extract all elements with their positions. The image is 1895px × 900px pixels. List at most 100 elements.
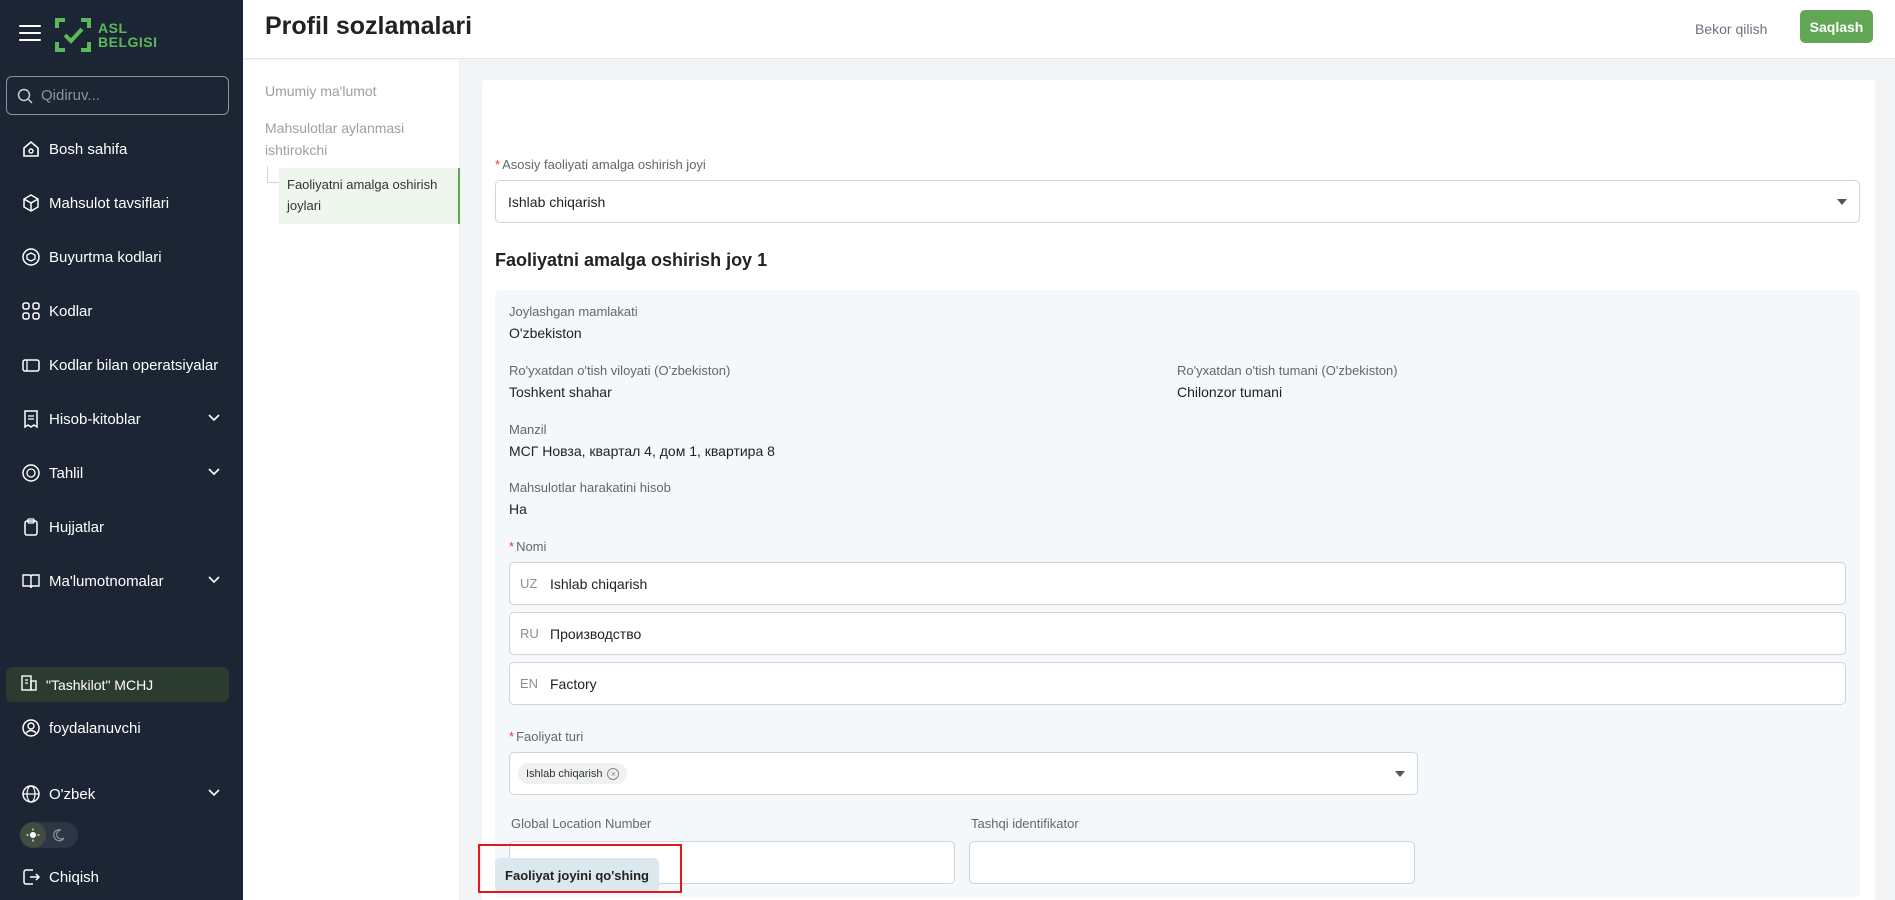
sun-icon[interactable] xyxy=(20,822,46,848)
required-marker: * xyxy=(509,729,515,744)
logo-text-line2: BELGISI xyxy=(98,34,158,50)
region-value: Toshkent shahar xyxy=(509,384,612,400)
logo-text-line1: ASL xyxy=(98,20,128,36)
logo-text: ASL BELGISI xyxy=(98,21,158,49)
save-button[interactable]: Saqlash xyxy=(1800,10,1873,43)
chevron-down-icon[interactable] xyxy=(207,411,221,425)
chart-icon xyxy=(20,462,42,484)
hamburger-menu-icon[interactable] xyxy=(19,25,41,43)
sidebar-item-analysis[interactable]: Tahlil xyxy=(0,451,243,495)
clipboard-icon xyxy=(20,516,42,538)
logout-label: Chiqish xyxy=(49,868,100,886)
name-ru-field[interactable]: RU xyxy=(509,612,1846,655)
activity-type-label-text: Faoliyat turi xyxy=(516,729,584,744)
profile-subnav: Umumiy ma'lumot Mahsulotlar aylanmasi is… xyxy=(243,60,460,900)
cancel-button[interactable]: Bekor qilish xyxy=(1695,14,1767,44)
subnav-participant[interactable]: Mahsulotlar aylanmasi ishtirokchi xyxy=(265,117,425,161)
lang-prefix: RU xyxy=(520,626,539,641)
activity-type-tag: Ishlab chiqarish × xyxy=(518,763,628,784)
caret-down-icon xyxy=(1837,199,1847,205)
package-icon xyxy=(20,246,42,268)
external-id-label: Tashqi identifikator xyxy=(971,816,1079,831)
name-label: * Nomi xyxy=(509,539,546,554)
moon-icon[interactable] xyxy=(46,822,72,848)
search-input[interactable] xyxy=(41,87,211,104)
country-label: Joylashgan mamlakati xyxy=(509,304,638,319)
gln-label: Global Location Number xyxy=(511,816,652,831)
activity-place-section: Joylashgan mamlakati O'zbekiston Ro'yxat… xyxy=(495,290,1860,897)
page-title: Profil sozlamalari xyxy=(265,12,473,40)
main-place-label: * Asosiy faoliyati amalga oshirish joyi xyxy=(495,157,706,172)
sidebar-item-label: Tahlil xyxy=(49,464,84,482)
sidebar-item-accounts[interactable]: Hisob-kitoblar xyxy=(0,397,243,441)
receipt-icon xyxy=(20,408,42,430)
logo-icon xyxy=(55,18,91,52)
district-value: Chilonzor tumani xyxy=(1177,384,1283,400)
activity-type-label: * Faoliyat turi xyxy=(509,729,583,744)
sidebar-item-label: Buyurtma kodlari xyxy=(49,248,162,266)
tag-label: Ishlab chiqarish xyxy=(526,767,603,780)
globe-icon xyxy=(20,783,42,805)
sidebar-item-user[interactable]: foydalanuvchi xyxy=(0,706,243,750)
logout-button[interactable]: Chiqish xyxy=(0,855,243,899)
sidebar-header: ASL BELGISI xyxy=(0,0,243,68)
sidebar-item-order-codes[interactable]: Buyurtma kodlari xyxy=(0,235,243,279)
add-activity-place-button[interactable]: Faoliyat joyini qo'shing xyxy=(495,858,659,892)
name-label-text: Nomi xyxy=(516,539,547,554)
sidebar-item-label: Bosh sahifa xyxy=(49,140,128,158)
name-uz-field[interactable]: UZ xyxy=(509,562,1846,605)
qr-icon xyxy=(20,300,42,322)
activity-type-select[interactable]: Ishlab chiqarish × xyxy=(509,752,1418,795)
language-label: O'zbek xyxy=(49,785,96,803)
chevron-down-icon[interactable] xyxy=(207,465,221,479)
building-icon xyxy=(20,674,38,695)
sidebar-item-documents[interactable]: Hujjatlar xyxy=(0,505,243,549)
tag-icon xyxy=(20,354,42,376)
search-icon xyxy=(17,88,33,104)
subnav-tree-branch xyxy=(267,166,279,183)
main-place-select[interactable]: Ishlab chiqarish xyxy=(495,180,1860,223)
box-icon xyxy=(20,192,42,214)
name-en-field[interactable]: EN xyxy=(509,662,1846,705)
external-id-field[interactable] xyxy=(969,841,1415,884)
caret-down-icon xyxy=(1395,771,1405,777)
main-place-label-text: Asosiy faoliyati amalga oshirish joyi xyxy=(502,157,706,172)
sidebar-item-label: Hujjatlar xyxy=(49,518,105,536)
main-content: * Asosiy faoliyati amalga oshirish joyi I… xyxy=(460,60,1895,900)
sidebar-item-label: Kodlar xyxy=(49,302,93,320)
language-selector[interactable]: O'zbek xyxy=(0,772,243,816)
name-ru-input[interactable] xyxy=(550,625,1750,642)
subnav-activity-places[interactable]: Faoliyatni amalga oshirish joylari xyxy=(279,168,460,224)
organization-selector[interactable]: "Tashkilot" MCHJ xyxy=(6,667,229,702)
tracking-value: На xyxy=(509,501,527,517)
main-place-value: Ishlab chiqarish xyxy=(508,193,606,210)
logout-icon xyxy=(20,866,42,888)
book-icon xyxy=(20,570,42,592)
sidebar-item-label: Kodlar bilan operatsiyalar xyxy=(49,356,219,374)
sidebar-item-code-operations[interactable]: Kodlar bilan operatsiyalar xyxy=(0,343,243,387)
required-marker: * xyxy=(495,157,501,172)
remove-tag-icon[interactable]: × xyxy=(607,767,620,780)
sidebar-item-label: Mahsulot tavsiflari xyxy=(49,194,170,212)
external-id-input[interactable] xyxy=(970,842,1414,883)
logo[interactable]: ASL BELGISI xyxy=(54,15,158,55)
name-uz-input[interactable] xyxy=(550,575,1750,592)
sidebar: ASL BELGISI Bosh sahifa Mahsulot tavsifl… xyxy=(0,0,243,900)
chevron-down-icon[interactable] xyxy=(207,786,221,800)
search-box[interactable] xyxy=(6,76,229,115)
sidebar-item-label: Hisob-kitoblar xyxy=(49,410,141,428)
lang-prefix: EN xyxy=(520,676,539,691)
district-label: Ro'yxatdan o'tish tumani (O'zbekiston) xyxy=(1177,363,1398,378)
address-value: МСГ Новза, квартал 4, дом 1, квартира 8 xyxy=(509,443,775,459)
country-value: O'zbekiston xyxy=(509,325,582,341)
sidebar-item-home[interactable]: Bosh sahifa xyxy=(0,127,243,171)
subnav-general-info[interactable]: Umumiy ma'lumot xyxy=(265,80,377,102)
chevron-down-icon[interactable] xyxy=(207,573,221,587)
sidebar-item-codes[interactable]: Kodlar xyxy=(0,289,243,333)
tracking-label: Mahsulotlar harakatini hisob xyxy=(509,480,671,495)
sidebar-item-references[interactable]: Ma'lumotnomalar xyxy=(0,559,243,603)
region-label: Ro'yxatdan o'tish viloyati (O'zbekiston) xyxy=(509,363,731,378)
name-en-input[interactable] xyxy=(550,675,1750,692)
sidebar-item-product-descriptions[interactable]: Mahsulot tavsiflari xyxy=(0,181,243,225)
theme-toggle[interactable] xyxy=(20,822,78,848)
